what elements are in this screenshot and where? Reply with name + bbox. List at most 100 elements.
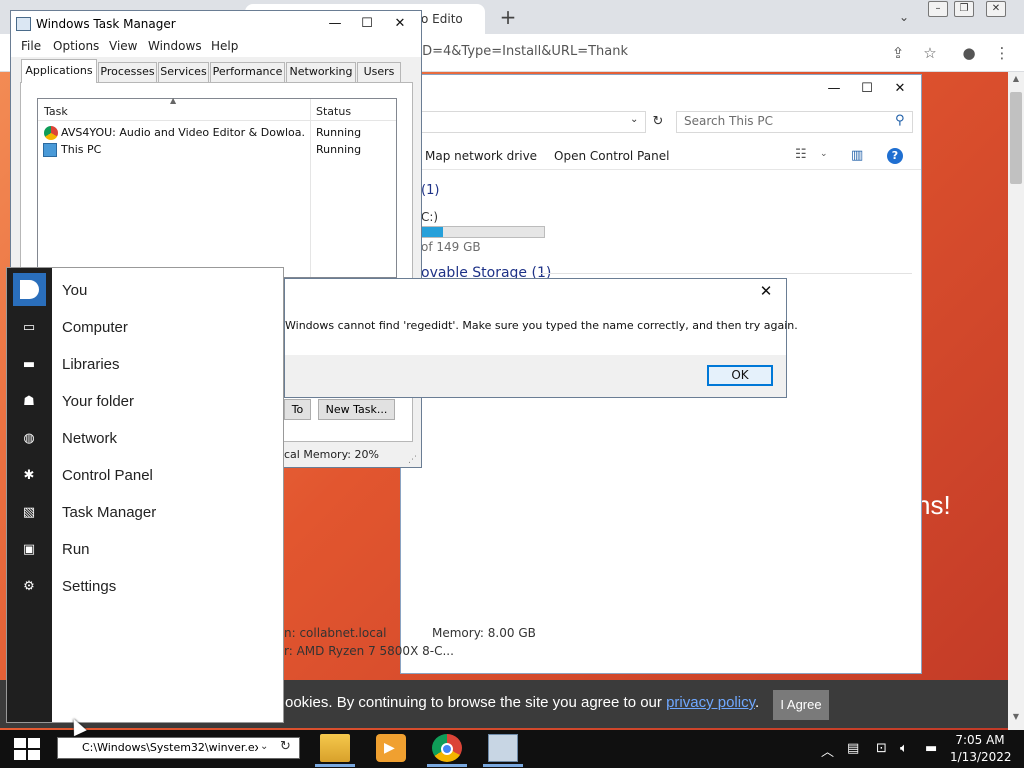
start-button[interactable]	[14, 738, 40, 760]
libraries-icon[interactable]: ▬	[18, 357, 40, 373]
task-manager-title: Windows Task Manager	[36, 17, 176, 31]
play-icon: ▶	[384, 740, 395, 756]
scroll-thumb[interactable]	[1010, 92, 1022, 184]
task-manager-icon[interactable]: ▧	[18, 505, 40, 521]
start-item-run[interactable]: Run	[62, 541, 90, 558]
explorer-minimize-button[interactable]: —	[819, 80, 849, 98]
column-divider[interactable]	[310, 99, 311, 277]
file-explorer-taskbar-icon[interactable]	[320, 734, 350, 762]
column-status-header[interactable]: Status	[316, 105, 351, 118]
tm-minimize-button[interactable]: —	[320, 15, 350, 33]
tray-chevron-up-icon[interactable]: ︿	[821, 741, 834, 760]
scroll-up-arrow-icon[interactable]: ▲	[1008, 74, 1024, 88]
dialog-close-icon[interactable]: ✕	[756, 281, 776, 301]
error-message: Windows cannot find 'regedidt'. Make sur…	[285, 319, 798, 332]
tab-applications[interactable]: Applications	[21, 59, 97, 83]
scroll-down-arrow-icon[interactable]: ▼	[1008, 712, 1024, 726]
user-folder-icon[interactable]: ☗	[18, 394, 40, 410]
start-item-settings[interactable]: Settings	[62, 578, 116, 595]
gear-icon[interactable]: ⚙	[18, 579, 40, 595]
tab-networking[interactable]: Networking	[286, 62, 356, 82]
explorer-search-input[interactable]: Search This PC	[676, 111, 913, 133]
computer-icon	[43, 143, 57, 157]
task-manager-taskbar-icon[interactable]	[488, 734, 518, 762]
tab-list-chevron-icon[interactable]: ⌄	[892, 6, 916, 28]
tm-close-button[interactable]: ✕	[385, 15, 415, 33]
browser-minimize-button[interactable]: –	[928, 1, 948, 17]
switch-to-button[interactable]: To	[284, 399, 311, 420]
tm-menu-view[interactable]: View	[109, 39, 137, 53]
start-item-libraries[interactable]: Libraries	[62, 356, 120, 373]
tab-performance[interactable]: Performance	[210, 62, 285, 82]
tab-services[interactable]: Services	[158, 62, 209, 82]
windows-logo-icon	[28, 750, 40, 760]
browser-menu-icon[interactable]: ⋮	[991, 42, 1013, 64]
start-item-computer[interactable]: Computer	[62, 319, 128, 336]
explorer-address-bar[interactable]	[401, 111, 646, 133]
devices-group-header: (1)	[421, 183, 440, 198]
group-divider	[540, 273, 912, 274]
run-icon[interactable]: ▣	[18, 542, 40, 558]
computer-icon[interactable]: ▭	[18, 320, 40, 336]
run-input[interactable]: C:\Windows\System32\winver.exe	[82, 741, 258, 754]
address-bar[interactable]: gID=4&Type=Install&URL=Thank	[410, 44, 870, 62]
clock-time[interactable]: 7:05 AM	[950, 733, 1010, 747]
drive-c-capacity: of 149 GB	[421, 240, 481, 254]
chevron-down-icon[interactable]: ⌄	[260, 741, 268, 752]
start-item-control-panel[interactable]: Control Panel	[62, 467, 153, 484]
new-task-button[interactable]: New Task...	[318, 399, 395, 420]
avatar-logo-shape	[20, 280, 39, 299]
chrome-icon	[44, 126, 58, 140]
start-item-network[interactable]: Network	[62, 430, 117, 447]
explorer-maximize-button[interactable]: ☐	[852, 80, 882, 98]
tm-menu-file[interactable]: File	[21, 39, 41, 53]
cookie-agree-button[interactable]: I Agree	[773, 690, 829, 720]
network-icon[interactable]: ◍	[18, 431, 40, 447]
tm-menu-options[interactable]: Options	[53, 39, 99, 53]
open-control-panel-button[interactable]: Open Control Panel	[554, 149, 669, 163]
task-manager-app-icon	[16, 17, 31, 31]
bookmark-star-icon[interactable]: ☆	[919, 42, 941, 64]
active-indicator	[427, 764, 467, 767]
tab-users[interactable]: Users	[357, 62, 401, 82]
table-row-task[interactable]: AVS4YOU: Audio and Video Editor & Dowloa…	[61, 126, 305, 139]
view-chevron-down-icon[interactable]: ⌄	[820, 149, 828, 159]
profile-icon[interactable]: ●	[958, 42, 980, 64]
tab-processes[interactable]: Processes	[98, 62, 157, 82]
start-item-you[interactable]: You	[62, 282, 87, 299]
column-task-header[interactable]: Task	[44, 105, 68, 118]
tray-device-icon[interactable]: ▤	[847, 741, 859, 756]
tm-maximize-button[interactable]: ☐	[352, 15, 382, 33]
ok-button[interactable]: OK	[707, 365, 773, 386]
drive-c-label[interactable]: C:)	[421, 210, 438, 224]
browser-close-button[interactable]: ✕	[986, 1, 1006, 17]
tm-status-memory: cal Memory: 20%	[284, 448, 379, 461]
start-item-your-folder[interactable]: Your folder	[62, 393, 134, 410]
volume-icon[interactable]: 🔈︎	[900, 741, 908, 756]
clock-date[interactable]: 1/13/2022	[950, 750, 1012, 764]
new-tab-icon[interactable]: +	[496, 5, 520, 29]
refresh-icon[interactable]: ↻	[648, 111, 668, 133]
resize-grip-icon[interactable]: ⋰	[408, 455, 417, 465]
start-menu-rail	[7, 268, 52, 722]
privacy-policy-link[interactable]: privacy policy	[666, 694, 755, 711]
help-icon[interactable]: ?	[887, 148, 903, 164]
chevron-down-icon[interactable]: ⌄	[630, 114, 638, 125]
share-icon[interactable]: ⇪	[887, 42, 909, 64]
search-icon[interactable]: ⚲	[895, 113, 905, 128]
map-network-drive-button[interactable]: Map network drive	[425, 149, 537, 163]
tm-applications-list[interactable]	[37, 98, 397, 278]
network-tray-icon[interactable]: ⊡	[876, 741, 887, 756]
windows-logo-icon	[28, 738, 40, 748]
browser-restore-button[interactable]: ❐	[954, 1, 974, 17]
control-panel-icon[interactable]: ✱	[18, 468, 40, 484]
action-center-icon[interactable]: ▬	[925, 741, 937, 756]
preview-pane-icon[interactable]: ▥	[851, 148, 863, 163]
tm-menu-help[interactable]: Help	[211, 39, 238, 53]
start-item-task-manager[interactable]: Task Manager	[62, 504, 156, 521]
explorer-close-button[interactable]: ✕	[885, 80, 915, 98]
table-row-task[interactable]: This PC	[61, 143, 305, 156]
view-options-icon[interactable]: ☷	[795, 147, 807, 162]
tm-menu-windows[interactable]: Windows	[148, 39, 202, 53]
refresh-icon[interactable]: ↻	[280, 739, 291, 754]
